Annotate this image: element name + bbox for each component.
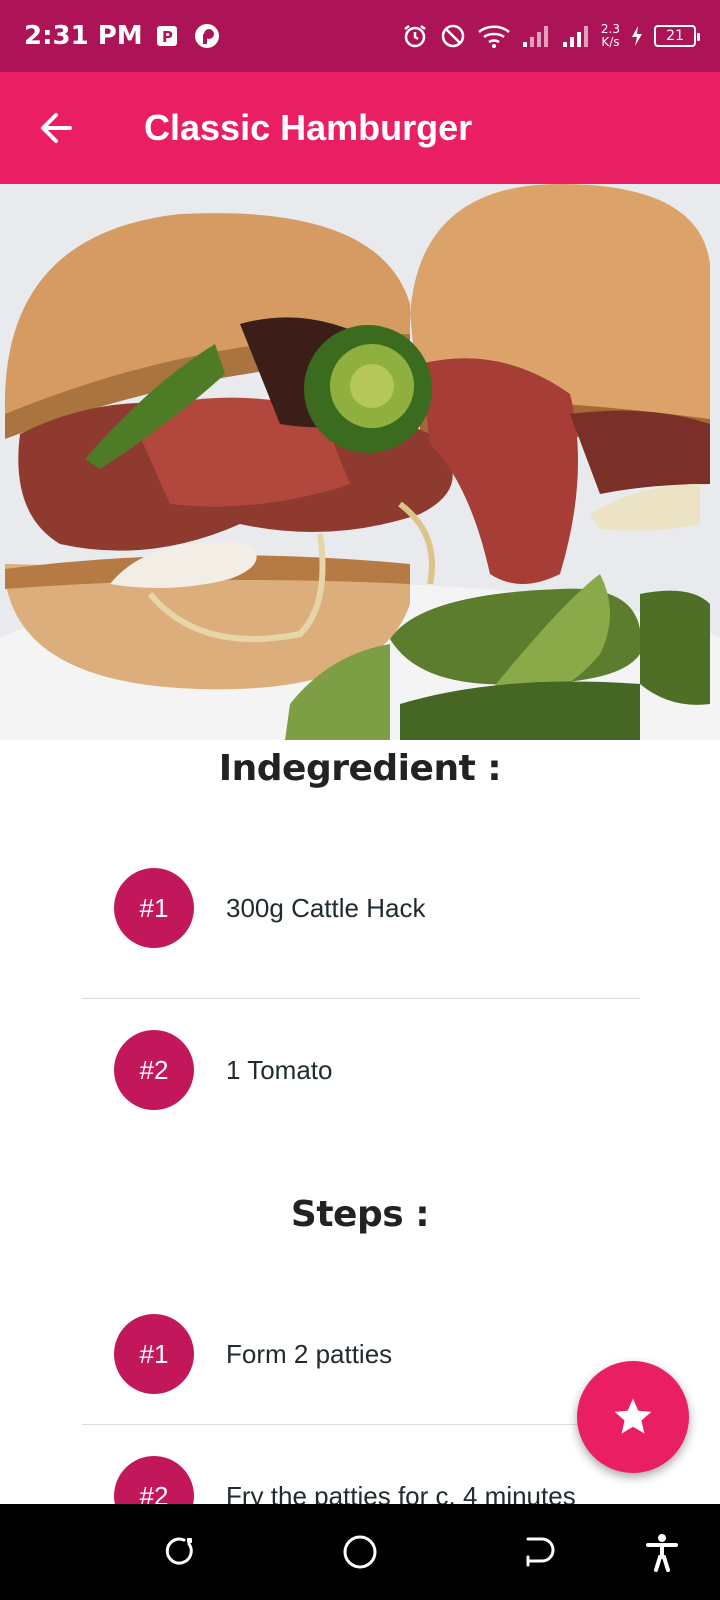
hamburger-photo bbox=[0, 184, 720, 740]
step-number-badge: #1 bbox=[114, 1314, 194, 1394]
arrow-back-icon bbox=[41, 113, 72, 143]
ingredient-text: 1 Tomato bbox=[226, 1055, 333, 1085]
ingredient-item: #2 1 Tomato bbox=[82, 1000, 640, 1140]
app-bar: Classic Hamburger bbox=[0, 72, 720, 184]
divider bbox=[82, 1424, 640, 1425]
svg-text:P: P bbox=[162, 28, 173, 46]
net-speed-unit: K/s bbox=[601, 35, 620, 49]
favorite-button[interactable] bbox=[577, 1361, 689, 1473]
accessibility-button[interactable] bbox=[632, 1522, 692, 1582]
navigation-bar bbox=[0, 1504, 720, 1600]
ingredient-text: 300g Cattle Hack bbox=[226, 893, 426, 923]
recents-button[interactable] bbox=[150, 1522, 210, 1582]
opera-icon bbox=[193, 22, 221, 50]
do-not-disturb-icon bbox=[439, 22, 467, 50]
back-button[interactable] bbox=[0, 72, 112, 184]
charging-icon bbox=[630, 25, 644, 47]
page-title: Classic Hamburger bbox=[144, 107, 473, 148]
parking-app-icon: P bbox=[155, 23, 181, 49]
status-time: 2:31 PM bbox=[24, 21, 143, 51]
back-nav-button[interactable] bbox=[510, 1522, 570, 1582]
ingredient-item: #1 300g Cattle Hack bbox=[82, 838, 640, 978]
battery-icon: 21 bbox=[654, 25, 700, 47]
battery-level: 21 bbox=[666, 28, 684, 44]
signal-icon-2 bbox=[561, 24, 591, 48]
home-icon bbox=[343, 1535, 377, 1569]
alarm-icon bbox=[401, 22, 429, 50]
net-speed: 2.3 K/s bbox=[601, 23, 620, 49]
steps-heading: Steps : bbox=[290, 1194, 430, 1235]
status-bar: 2:31 PM P 2.3 K/s 21 bbox=[0, 0, 720, 72]
star-icon bbox=[614, 1398, 652, 1434]
signal-icon bbox=[521, 24, 551, 48]
ingredient-number-badge: #1 bbox=[114, 868, 194, 948]
step-text: Form 2 patties bbox=[226, 1339, 393, 1369]
divider bbox=[82, 998, 640, 999]
recents-icon bbox=[165, 1537, 193, 1565]
accessibility-icon bbox=[646, 1534, 678, 1572]
home-button[interactable] bbox=[330, 1522, 390, 1582]
wifi-icon bbox=[477, 23, 511, 49]
step-item: #1 Form 2 patties bbox=[82, 1284, 640, 1424]
back-icon bbox=[526, 1537, 555, 1567]
ingredients-heading: Indegredient : bbox=[218, 748, 502, 789]
ingredient-number-badge: #2 bbox=[114, 1030, 194, 1110]
